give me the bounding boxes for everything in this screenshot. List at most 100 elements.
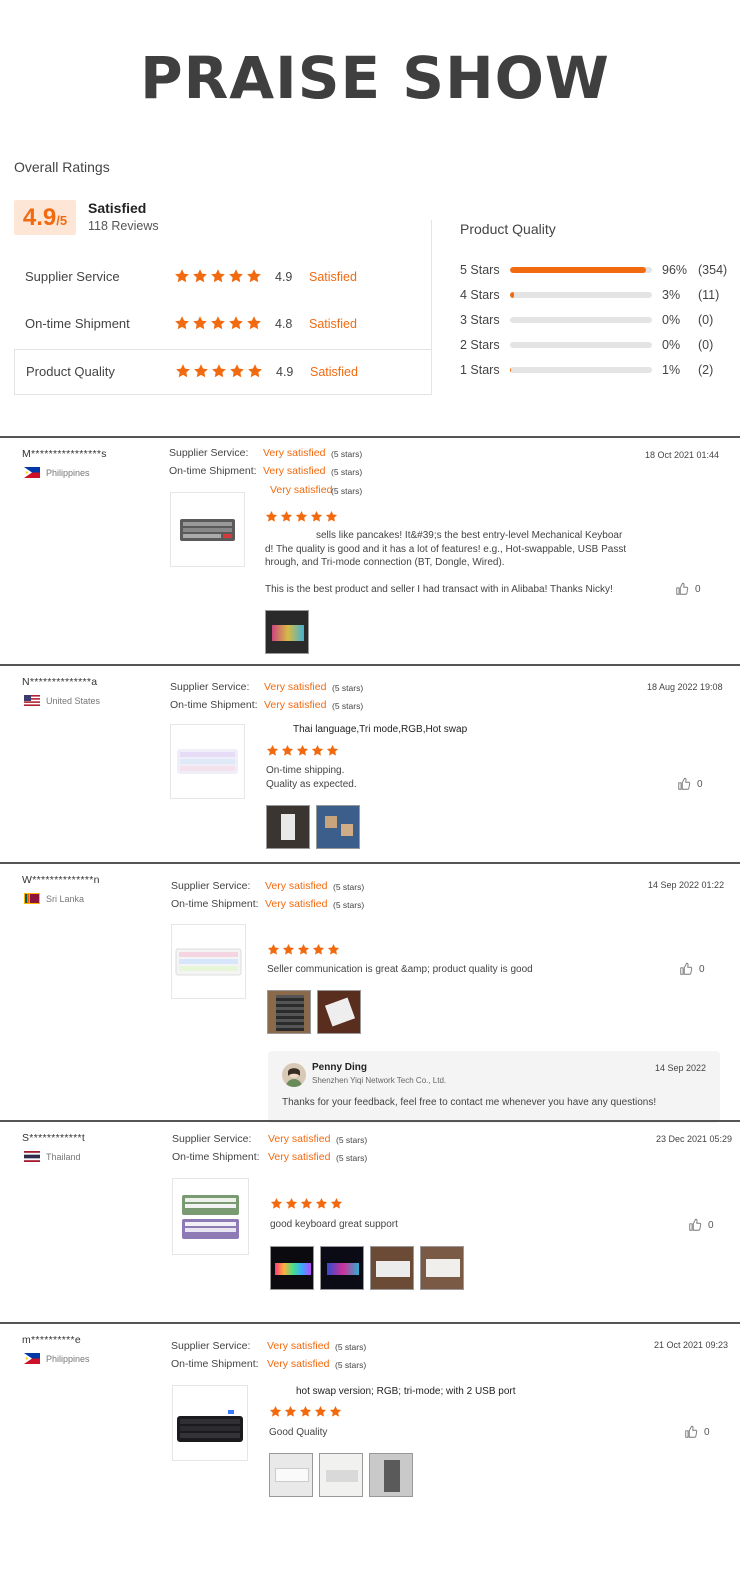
keyboard-image — [182, 1195, 239, 1239]
review-photo[interactable] — [270, 1246, 314, 1290]
usa-flag-icon — [24, 695, 40, 706]
product-thumbnail[interactable] — [170, 724, 245, 799]
like-count: 0 — [704, 1426, 710, 1438]
review-photos — [267, 990, 361, 1034]
ontime-shipment-stars: (5 stars) — [333, 900, 365, 910]
star-icon — [311, 744, 324, 757]
star-icon — [211, 363, 227, 379]
star-icon — [284, 1405, 297, 1418]
review-photo[interactable] — [369, 1453, 413, 1497]
review-text: hrough, and Tri-mode connection (BT, Don… — [265, 557, 505, 568]
star-icon — [193, 363, 209, 379]
overall-score-badge: 4.9/5 — [14, 200, 76, 235]
pq-row-3: 3 Stars 0% (0) — [460, 312, 735, 328]
country-name: Sri Lanka — [46, 893, 85, 904]
quality-value: Very satisfied — [270, 484, 333, 496]
ontime-shipment-stars: (5 stars) — [336, 1153, 368, 1163]
like-count: 0 — [695, 583, 701, 595]
thumbs-up-icon — [679, 962, 693, 976]
overall-ratings-title: Overall Ratings — [14, 159, 110, 175]
review-photos — [266, 805, 360, 849]
review-photo[interactable] — [420, 1246, 464, 1290]
star-icon — [265, 510, 278, 523]
ontime-shipment-value: Very satisfied — [264, 699, 327, 711]
ontime-shipment-label: On-time Shipment: — [171, 898, 259, 910]
pq-count: (0) — [698, 338, 714, 352]
ontime-shipment-label: On-time Shipment: — [170, 699, 258, 711]
review-photo[interactable] — [265, 610, 309, 654]
pq-label: 2 Stars — [460, 338, 500, 352]
review-photo[interactable] — [370, 1246, 414, 1290]
thumbs-up-icon — [684, 1425, 698, 1439]
star-icon — [174, 315, 190, 331]
review-photo[interactable] — [267, 990, 311, 1034]
review-stars — [265, 510, 338, 523]
country-name: Thailand — [46, 1151, 81, 1162]
product-thumbnail[interactable] — [172, 1178, 249, 1255]
pq-bar-fill — [510, 367, 512, 373]
star-icon — [269, 1405, 282, 1418]
like-button[interactable]: 0 — [679, 962, 705, 976]
pq-bar-fill — [510, 267, 647, 273]
review-text: d! The quality is good and it has a lot … — [265, 544, 627, 555]
rating-status: Satisfied — [309, 317, 357, 331]
pq-row-4: 4 Stars 3% (11) — [460, 287, 735, 303]
ontime-shipment-value: Very satisfied — [268, 1151, 331, 1163]
product-thumbnail[interactable] — [170, 492, 245, 567]
star-icon — [229, 363, 245, 379]
like-count: 0 — [697, 778, 703, 790]
star-icon — [267, 943, 280, 956]
overall-status: Satisfied — [88, 200, 147, 216]
overall-score: 4.9 — [22, 204, 57, 231]
star-icon — [210, 315, 226, 331]
review-stars — [270, 1197, 343, 1210]
review-photo[interactable] — [269, 1453, 313, 1497]
rating-row-product-quality[interactable]: Product Quality 4.9 Satisfied — [14, 349, 432, 395]
review-text: Quality as expected. — [266, 779, 357, 790]
rating-label: Product Quality — [26, 364, 115, 379]
review-photo[interactable] — [316, 805, 360, 849]
like-button[interactable]: 0 — [688, 1218, 714, 1232]
review-photos — [265, 610, 309, 654]
star-icon — [285, 1197, 298, 1210]
ontime-shipment-stars: (5 stars) — [332, 701, 364, 711]
supplier-service-stars: (5 stars) — [331, 449, 363, 459]
overall-review-count: 118 Reviews — [88, 219, 159, 233]
star-icon — [327, 943, 340, 956]
country-name: Philippines — [46, 467, 90, 478]
star-icon — [174, 268, 190, 284]
supplier-service-value: Very satisfied — [267, 1340, 330, 1352]
country-name: Philippines — [46, 1353, 90, 1364]
pq-percent: 3% — [662, 288, 681, 302]
like-button[interactable]: 0 — [675, 582, 701, 596]
review-photo[interactable] — [317, 990, 361, 1034]
review-photo[interactable] — [319, 1453, 363, 1497]
review-photo[interactable] — [320, 1246, 364, 1290]
like-button[interactable]: 0 — [677, 777, 703, 791]
philippines-flag-icon — [24, 467, 40, 478]
like-button[interactable]: 0 — [684, 1425, 710, 1439]
quality-stars: (5 stars) — [331, 486, 363, 496]
review-stars — [267, 943, 340, 956]
pq-percent: 0% — [662, 313, 681, 327]
pq-bar-track — [510, 367, 652, 373]
pq-label: 4 Stars — [460, 288, 500, 302]
review-photo[interactable] — [266, 805, 310, 849]
sri-lanka-flag-icon — [24, 893, 40, 904]
pq-row-1: 1 Stars 1% (2) — [460, 362, 735, 378]
reviewer-name: m**********e — [22, 1334, 82, 1346]
star-icon — [314, 1405, 327, 1418]
reviewer-country: Philippines — [24, 467, 90, 478]
supplier-service-value: Very satisfied — [268, 1133, 331, 1145]
product-thumbnail[interactable] — [172, 1385, 248, 1461]
review-photos — [269, 1453, 413, 1497]
review-item: N**************a United States Supplier … — [0, 666, 740, 862]
thailand-flag-icon — [24, 1151, 40, 1162]
review-item: M****************s Philippines Supplier … — [0, 438, 740, 664]
ontime-shipment-value: Very satisfied — [265, 898, 328, 910]
rating-score: 4.8 — [275, 317, 293, 331]
rating-label: Supplier Service — [25, 269, 120, 284]
rating-status: Satisfied — [309, 270, 357, 284]
review-item: m**********e Philippines Supplier Servic… — [0, 1324, 740, 1524]
product-thumbnail[interactable] — [171, 924, 246, 999]
